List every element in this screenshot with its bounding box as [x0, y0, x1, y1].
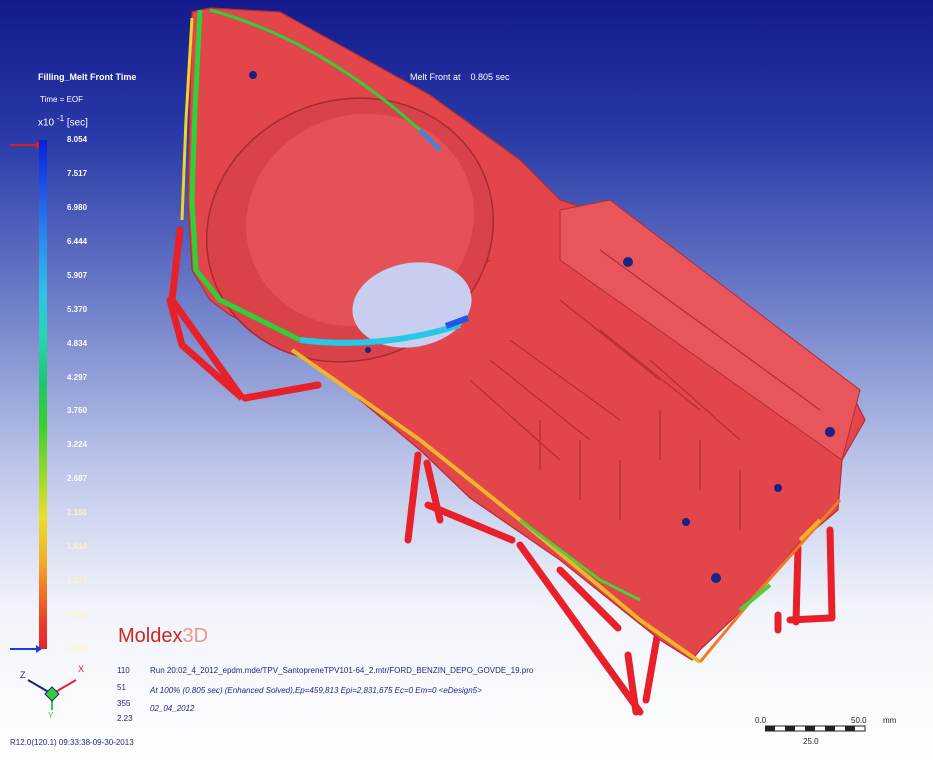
legend-min-arrow: [10, 645, 42, 653]
stat-value: 355: [117, 699, 131, 708]
legend-tick-label: 1.077: [67, 576, 88, 586]
melt-front-label: Melt Front at 0.805 sec: [410, 72, 510, 82]
legend-colorbar: [39, 140, 47, 649]
unit-prefix: x10: [38, 117, 55, 129]
unit-exponent: -1: [56, 114, 65, 123]
solve-info: At 100% (0.805 sec) (Enhanced Solved),Ep…: [150, 686, 482, 695]
scale-unit: mm: [883, 716, 897, 725]
axis-triad: Z X Y: [20, 664, 84, 720]
melt-front-text: Melt Front at: [410, 72, 461, 82]
result-title: Filling_Melt Front Time: [38, 72, 137, 82]
scale-mid: 25.0: [803, 737, 819, 746]
legend-tick-label: 7.517: [67, 168, 88, 178]
brand-suffix: 3D: [182, 625, 209, 647]
brand-logo: Moldex3D: [118, 625, 208, 648]
legend-tick-label: 1.614: [67, 542, 88, 552]
legend-tick-label: 3.224: [67, 440, 88, 450]
legend-tick-label: 8.054: [67, 135, 88, 144]
legend-tick-label: 2.687: [67, 474, 88, 484]
viewport[interactable]: Filling_Melt Front Time Time = EOF x10 -…: [0, 0, 933, 762]
stat-value: 110: [117, 666, 130, 675]
legend-tick-label: 6.444: [67, 236, 88, 246]
legend-max-arrow: [10, 141, 42, 149]
melt-front-value: 0.805 sec: [470, 72, 510, 82]
date-info: 02_04_2012: [150, 704, 195, 713]
stat-value: 2.23: [117, 714, 133, 723]
legend-tick-label: 5.370: [67, 304, 88, 314]
version-info: R12.0(120.1) 09:33:38-09-30-2013: [10, 738, 134, 747]
triad-cube: [44, 686, 60, 702]
legend-tick-label: 4.297: [67, 372, 88, 382]
unit-label: x10 -1 [sec]: [38, 114, 88, 128]
legend-tick-label: 5.907: [67, 270, 88, 280]
brand-name: Moldex: [118, 625, 183, 647]
legend-tick-label: 0.004: [67, 644, 88, 653]
run-info: Run 20:02_4_2012_epdm.mde/TPV_Santoprene…: [150, 666, 534, 675]
legend-tick-label: 6.980: [67, 202, 88, 212]
triad-x-label: X: [78, 664, 84, 674]
unit-text: [sec]: [66, 117, 88, 129]
triad-y-label: Y: [48, 711, 54, 720]
legend-tick-label: 0.540: [67, 610, 88, 620]
legend-tick-label: 3.760: [67, 406, 88, 416]
legend-tick-label: 4.834: [67, 338, 88, 348]
legend-tick-label: 2.150: [67, 508, 88, 518]
time-label: Time = EOF: [40, 95, 84, 104]
scale-bar: [765, 725, 866, 732]
triad-z-label: Z: [20, 670, 26, 680]
stat-value: 51: [117, 683, 126, 692]
